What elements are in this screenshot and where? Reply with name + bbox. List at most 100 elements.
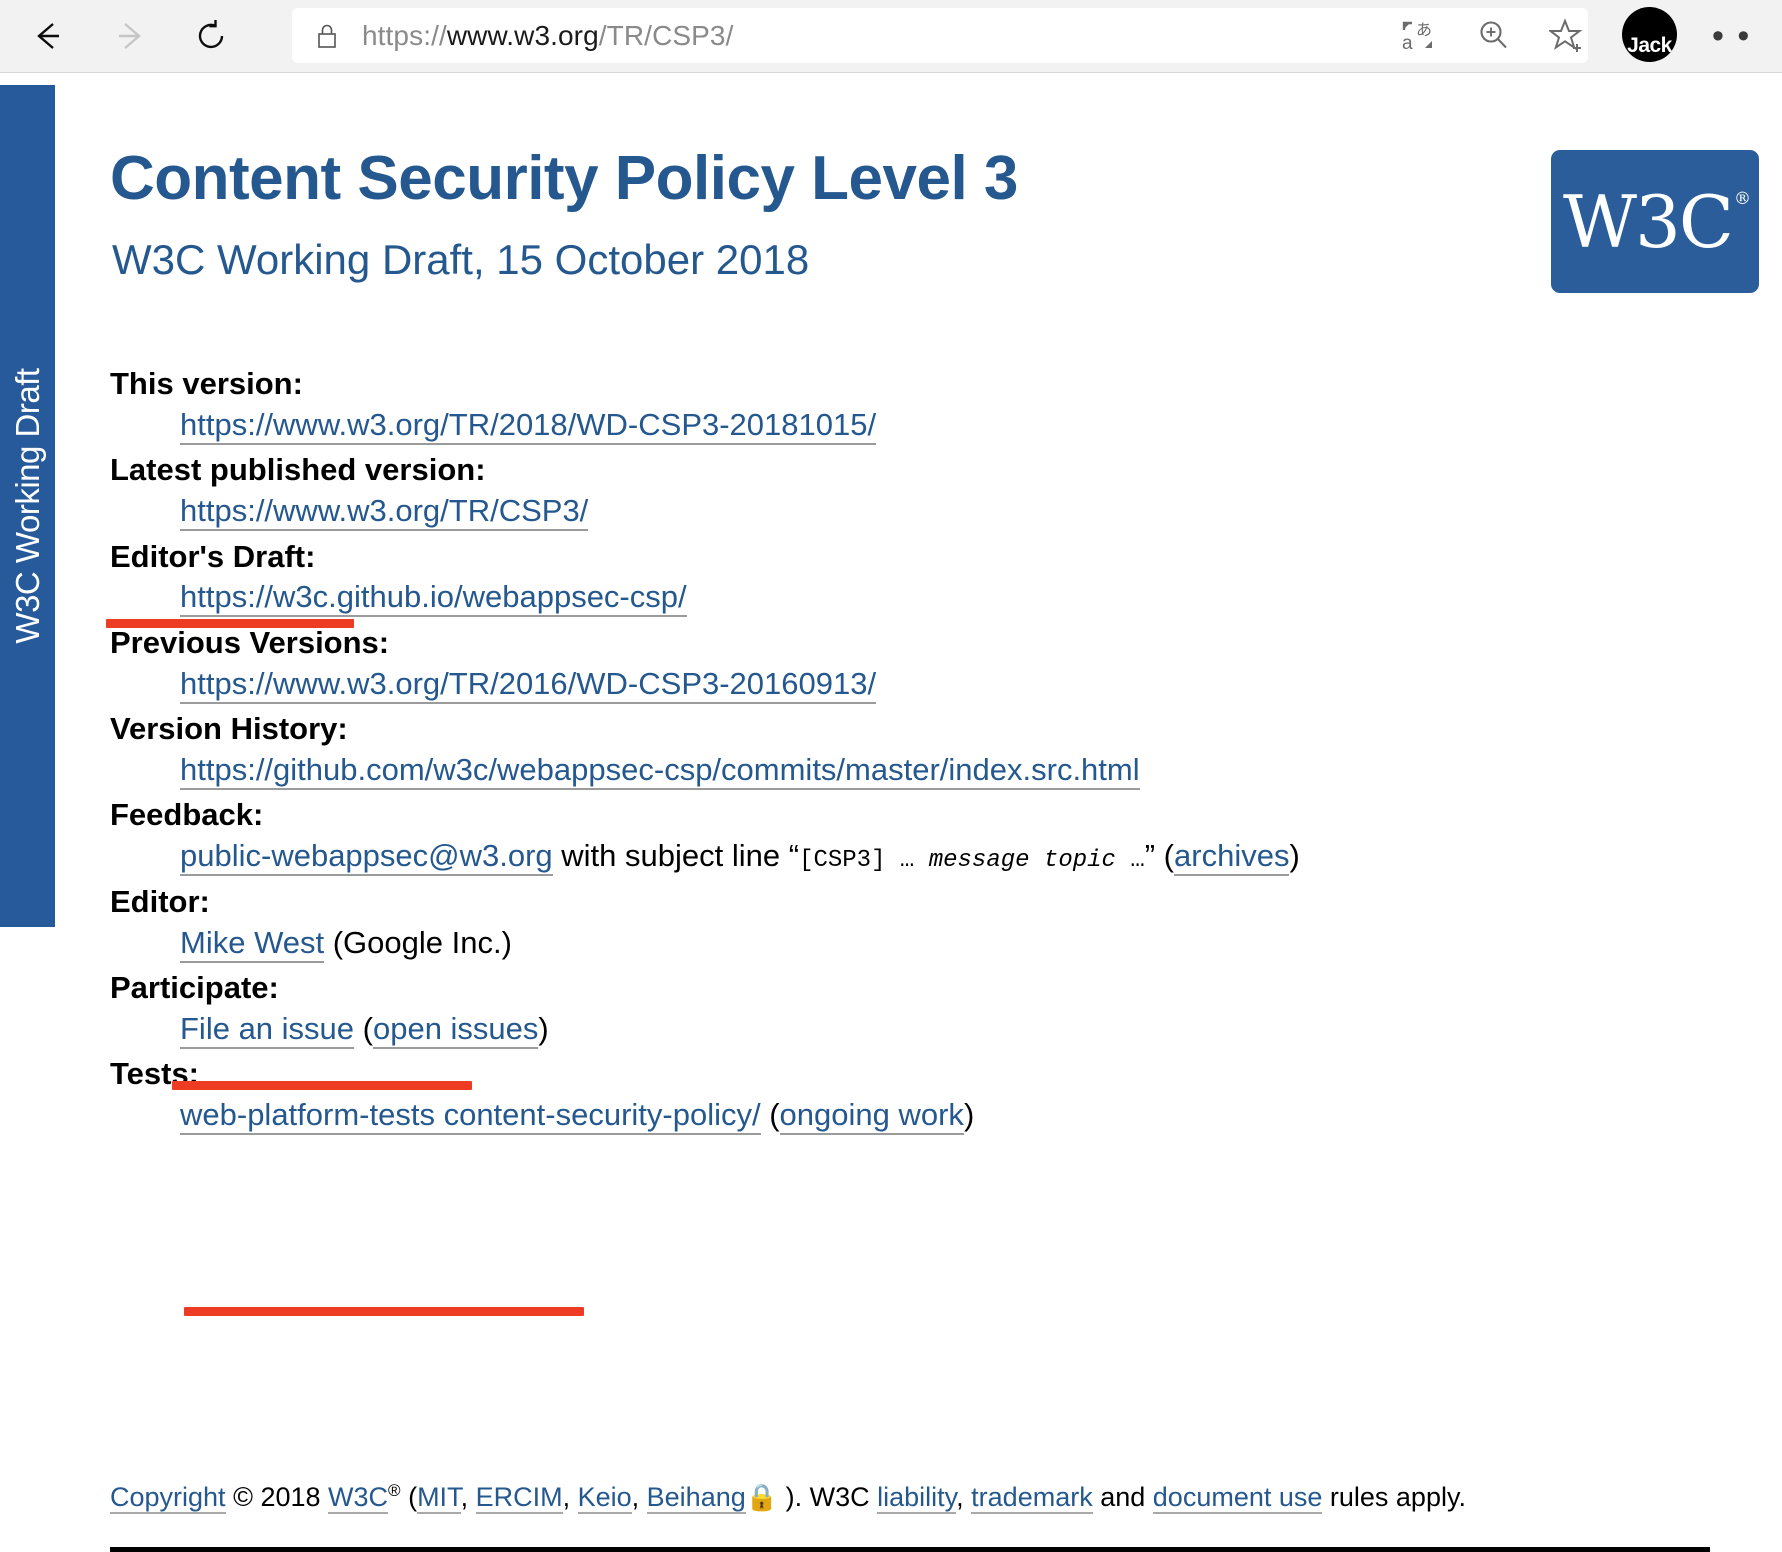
feedback-topic: message topic [928,847,1116,875]
feedback-subject-prefix: with subject line “ [552,838,800,874]
copyright-open-paren: ( [400,1482,418,1512]
metadata-term: This version: [110,366,303,401]
editors-draft-link[interactable]: https://w3c.github.io/webappsec-csp/ [180,579,687,618]
more-options-button[interactable]: • • • [1712,8,1766,63]
sep: , [562,1482,578,1512]
mit-link[interactable]: MIT [417,1482,461,1514]
translate-button[interactable]: a あ [1390,8,1446,63]
forward-button[interactable] [100,6,160,66]
tests-open-paren: ( [760,1097,780,1133]
web-platform-tests-link[interactable]: web-platform-tests content-security-poli… [180,1097,761,1136]
add-favorite-star-icon [1549,17,1583,52]
metadata-row-feedback: Feedback: public-webappsec@w3.org with s… [110,796,1610,877]
translate-icon: a あ [1402,20,1432,54]
feedback-ellipsis-2: … [1115,847,1145,875]
this-version-link[interactable]: https://www.w3.org/TR/2018/WD-CSP3-20181… [180,406,877,445]
metadata-term: Feedback: [110,797,264,833]
metadata-row-this-version: This version: https://www.w3.org/TR/2018… [110,365,1610,445]
sep: , [460,1482,476,1512]
keio-link[interactable]: Keio [577,1482,632,1514]
zoom-button[interactable] [1466,8,1522,63]
copyright-close-paren: ). [778,1482,810,1512]
copyright-year: © 2018 [225,1482,329,1512]
reload-icon [198,20,224,49]
avatar-label: Jack [1627,34,1672,57]
address-bar-text[interactable]: https://www.w3.org/TR/CSP3/ [362,20,734,52]
metadata-definition: https://www.w3.org/TR/2016/WD-CSP3-20160… [180,665,1610,704]
registered-mark: ® [388,1481,401,1500]
url-scheme: https:// [362,19,447,51]
metadata-definition: web-platform-tests content-security-poli… [180,1096,1610,1136]
editor-name-link[interactable]: Mike West [180,924,325,963]
participate-issues-underline [184,1307,584,1316]
participate-close-paren: ) [538,1010,549,1046]
metadata-definition: Mike West (Google Inc.) [180,924,1610,963]
reload-button[interactable] [182,6,242,66]
metadata-definition: File an issue (open issues) [180,1010,1610,1049]
w3c-plain-text: W3C [809,1482,878,1512]
feedback-close-paren: ) [1289,838,1300,874]
horizontal-rule [110,1547,1710,1552]
metadata-definition: https://www.w3.org/TR/2018/WD-CSP3-20181… [180,406,1610,445]
file-an-issue-link[interactable]: File an issue [180,1010,355,1049]
url-path: /TR/CSP3/ [598,19,734,51]
metadata-term: Participate: [110,970,279,1006]
page-content: W3C Working Draft W3C ® Content Security … [0,73,1782,1552]
document-metadata-list: This version: https://www.w3.org/TR/2018… [110,365,1610,1142]
back-button[interactable] [18,6,78,66]
sep: , [631,1482,647,1512]
beihang-link[interactable]: Beihang [646,1482,746,1514]
browser-toolbar: https://www.w3.org/TR/CSP3/ a あ Jack • •… [0,0,1782,73]
metadata-term: Version History: [110,711,348,746]
metadata-row-editors-draft: Editor's Draft: https://w3c.github.io/we… [110,538,1610,618]
status-ribbon-label: W3C Working Draft [8,368,46,644]
and-word: and [1092,1482,1153,1512]
w3c-logo-text: W3C ® [1563,180,1751,264]
back-arrow-icon [37,23,59,49]
editors-draft-underline [106,619,354,628]
svg-text:あ: あ [1416,20,1432,39]
metadata-definition: public-webappsec@w3.org with subject lin… [180,837,1610,877]
url-host: www.w3.org [446,19,599,51]
document-use-link[interactable]: document use [1152,1482,1323,1514]
open-issues-link[interactable]: open issues [372,1010,539,1049]
metadata-term: Latest published version: [110,452,486,488]
page-title: Content Security Policy Level 3 [110,144,1018,213]
ercim-link[interactable]: ERCIM [475,1482,563,1514]
copyright-line: Copyright © 2018 W3C® (MIT, ERCIM, Keio,… [110,1481,1466,1514]
ongoing-work-link[interactable]: ongoing work [779,1097,964,1136]
metadata-term: Previous Versions: [110,624,390,660]
avatar[interactable]: Jack [1622,7,1677,62]
previous-versions-link[interactable]: https://www.w3.org/TR/2016/WD-CSP3-20160… [180,665,877,704]
editor-affiliation: (Google Inc.) [324,924,512,960]
page-subtitle: W3C Working Draft, 15 October 2018 [112,236,810,283]
liability-link[interactable]: liability [877,1482,957,1514]
participate-open-paren: ( [354,1010,373,1046]
metadata-row-previous-versions: Previous Versions: https://www.w3.org/TR… [110,624,1610,704]
copyright-link[interactable]: Copyright [110,1482,226,1514]
lock-icon [314,21,340,51]
metadata-row-participate: Participate: File an issue (open issues) [110,969,1610,1049]
feedback-email-link[interactable]: public-webappsec@w3.org [180,838,553,877]
w3c-link[interactable]: W3C [328,1482,389,1514]
metadata-row-tests: Tests: web-platform-tests content-securi… [110,1055,1610,1136]
latest-version-link[interactable]: https://www.w3.org/TR/CSP3/ [180,493,589,532]
tests-close-paren: ) [963,1097,975,1133]
feedback-tag: [CSP3] [799,847,886,875]
metadata-definition: https://www.w3.org/TR/CSP3/ [180,492,1610,532]
trademark-link[interactable]: trademark [971,1482,1093,1514]
metadata-row-version-history: Version History: https://github.com/w3c/… [110,710,1610,790]
padlock-icon: 🔒 [745,1482,779,1512]
archives-link[interactable]: archives [1174,838,1290,877]
status-ribbon: W3C Working Draft [0,85,55,927]
sep: , [956,1482,972,1512]
version-history-link[interactable]: https://github.com/w3c/webappsec-csp/com… [180,751,1140,790]
feedback-subject-suffix: ” ( [1144,838,1175,874]
svg-text:a: a [1402,33,1413,54]
forward-arrow-icon [119,23,141,49]
add-favorite-button[interactable] [1540,8,1596,63]
metadata-definition: https://github.com/w3c/webappsec-csp/com… [180,751,1610,790]
w3c-logo[interactable]: W3C ® [1551,150,1759,293]
zoom-search-icon [1480,20,1507,48]
registered-mark: ® [1733,188,1751,209]
